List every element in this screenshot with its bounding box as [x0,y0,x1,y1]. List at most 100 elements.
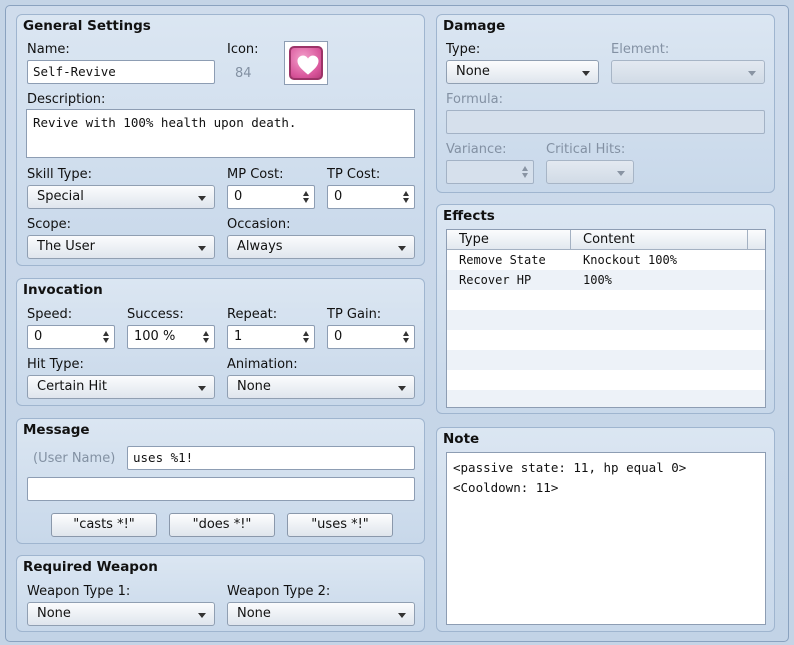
invocation-panel: Invocation Speed: 0 Success: 100 % Repea… [16,278,425,406]
success-label: Success: [127,307,184,322]
effects-list[interactable]: Type Content Remove State Knockout 100% … [446,229,766,408]
occasion-select[interactable]: Always [227,235,415,259]
chevron-down-icon [198,246,206,251]
animation-label: Animation: [227,357,298,372]
spin-down-icon[interactable] [303,198,309,203]
table-row[interactable]: Recover HP 100% [447,270,765,290]
chevron-down-icon [582,71,590,76]
tp-cost-label: TP Cost: [327,167,381,182]
weapon-type2-label: Weapon Type 2: [227,584,331,599]
hit-type-value: Certain Hit [37,379,107,394]
note-panel: Note <passive state: 11, hp equal 0> <Co… [436,427,775,632]
spin-up-icon[interactable] [522,166,528,171]
formula-label: Formula: [446,92,503,107]
spin-down-icon[interactable] [403,198,409,203]
weapon-type1-select[interactable]: None [27,602,215,626]
animation-select[interactable]: None [227,375,415,399]
tp-gain-value: 0 [334,329,343,344]
mp-cost-value: 0 [234,189,243,204]
success-spinner[interactable]: 100 % [127,325,215,349]
mp-cost-label: MP Cost: [227,167,284,182]
spin-up-icon[interactable] [103,331,109,336]
required-weapon-title: Required Weapon [23,559,158,575]
spin-up-icon[interactable] [303,191,309,196]
formula-field[interactable] [446,110,765,134]
table-row[interactable] [447,310,765,330]
repeat-value: 1 [234,329,243,344]
spin-down-icon[interactable] [522,173,528,178]
spin-down-icon[interactable] [103,338,109,343]
spin-down-icon[interactable] [203,338,209,343]
required-weapon-panel: Required Weapon Weapon Type 1: None Weap… [16,555,425,632]
element-select[interactable] [611,60,765,84]
message-line1-field[interactable]: uses %1! [127,446,415,470]
chevron-down-icon [198,196,206,201]
chevron-down-icon [198,613,206,618]
effect-type-cell: Recover HP [459,273,532,287]
repeat-spinner[interactable]: 1 [227,325,315,349]
spin-up-icon[interactable] [203,331,209,336]
casts-template-button[interactable]: "casts *!" [51,513,157,537]
speed-label: Speed: [27,307,73,322]
uses-template-button[interactable]: "uses *!" [287,513,393,537]
variance-label: Variance: [446,142,507,157]
occasion-value: Always [237,239,283,254]
skill-type-select[interactable]: Special [27,185,215,209]
occasion-label: Occasion: [227,217,291,232]
effects-title: Effects [443,208,495,224]
spin-up-icon[interactable] [403,191,409,196]
message-panel: Message (User Name) uses %1! "casts *!" … [16,418,425,544]
general-settings-title: General Settings [23,18,151,34]
table-row[interactable] [447,390,765,407]
note-line: <passive state: 11, hp equal 0> [453,460,687,475]
scope-select[interactable]: The User [27,235,215,259]
scope-label: Scope: [27,217,71,232]
does-template-button[interactable]: "does *!" [169,513,275,537]
column-header-content[interactable]: Content [571,230,748,249]
element-label: Element: [611,42,670,57]
scope-value: The User [37,239,95,254]
tp-gain-spinner[interactable]: 0 [327,325,415,349]
table-row[interactable] [447,370,765,390]
variance-spinner[interactable] [446,160,534,184]
weapon-type2-select[interactable]: None [227,602,415,626]
spin-up-icon[interactable] [303,331,309,336]
hit-type-select[interactable]: Certain Hit [27,375,215,399]
skill-editor: General Settings Name: Self-Revive Icon:… [5,5,789,642]
spin-down-icon[interactable] [403,338,409,343]
icon-index: 84 [235,66,252,81]
skill-type-label: Skill Type: [27,167,92,182]
tp-cost-value: 0 [334,189,343,204]
name-label: Name: [27,42,70,57]
user-name-placeholder: (User Name) [33,451,116,466]
spin-down-icon[interactable] [303,338,309,343]
message-line2-field[interactable] [27,477,415,501]
mp-cost-spinner[interactable]: 0 [227,185,315,209]
success-value: 100 % [134,329,176,344]
chevron-down-icon [398,386,406,391]
note-title: Note [443,431,480,447]
damage-type-select[interactable]: None [446,60,599,84]
description-field[interactable]: Revive with 100% health upon death. [26,109,415,158]
table-row[interactable] [447,330,765,350]
table-row[interactable] [447,290,765,310]
column-header-type[interactable]: Type [447,230,571,249]
name-field[interactable]: Self-Revive [27,60,215,84]
damage-panel: Damage Type: None Element: Formula: Vari… [436,14,775,193]
repeat-label: Repeat: [227,307,278,322]
table-row[interactable] [447,350,765,370]
message-title: Message [23,422,90,438]
chevron-down-icon [198,386,206,391]
speed-spinner[interactable]: 0 [27,325,115,349]
damage-type-label: Type: [446,42,481,57]
critical-hits-select[interactable] [546,160,634,184]
note-textarea[interactable]: <passive state: 11, hp equal 0> <Cooldow… [446,452,766,625]
table-row[interactable]: Remove State Knockout 100% [447,250,765,270]
chevron-down-icon [748,71,756,76]
weapon-type1-value: None [37,606,71,621]
effects-header: Type Content [447,230,765,250]
icon-label: Icon: [227,42,259,57]
icon-picker[interactable] [284,41,328,85]
tp-cost-spinner[interactable]: 0 [327,185,415,209]
spin-up-icon[interactable] [403,331,409,336]
